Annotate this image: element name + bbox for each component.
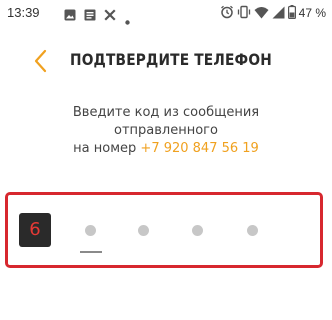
battery-percent: 47 % <box>298 6 326 20</box>
page-title: ПОДТВЕРДИТЕ ТЕЛЕФОН <box>70 50 272 69</box>
code-digit-value: 6 <box>29 219 41 240</box>
battery-icon <box>287 4 296 23</box>
status-right-group: 47 % <box>220 4 326 23</box>
code-digit-2-placeholder[interactable] <box>85 225 96 236</box>
code-digit-4-placeholder[interactable] <box>192 225 203 236</box>
status-time: 13:39 <box>7 5 40 20</box>
alarm-icon <box>220 4 234 23</box>
instruction-line-1: Введите код из сообщения <box>72 105 260 120</box>
instruction-prefix: на номер <box>73 141 137 156</box>
wifi-icon <box>254 4 269 23</box>
code-input[interactable]: 6 <box>13 198 313 262</box>
dot-icon <box>125 10 130 29</box>
code-digit-5-placeholder[interactable] <box>247 225 258 236</box>
back-button[interactable] <box>30 48 52 74</box>
code-digit-3-placeholder[interactable] <box>138 225 149 236</box>
signal-icon <box>272 4 285 23</box>
x-icon <box>104 6 116 25</box>
instruction-line-2: отправленного <box>114 123 218 138</box>
phone-number: +7 920 847 56 19 <box>140 141 259 156</box>
document-icon <box>84 6 96 25</box>
input-cursor <box>80 251 102 253</box>
chevron-left-icon <box>34 49 47 73</box>
status-bar: 13:39 47 % <box>0 0 332 28</box>
instruction-line-3: на номер +7 920 847 56 19 <box>0 140 332 158</box>
instruction-text: Введите код из сообщения отправленного н… <box>0 104 332 158</box>
code-digit-1[interactable]: 6 <box>19 213 51 247</box>
image-icon <box>64 6 76 25</box>
vibrate-icon <box>237 4 251 23</box>
